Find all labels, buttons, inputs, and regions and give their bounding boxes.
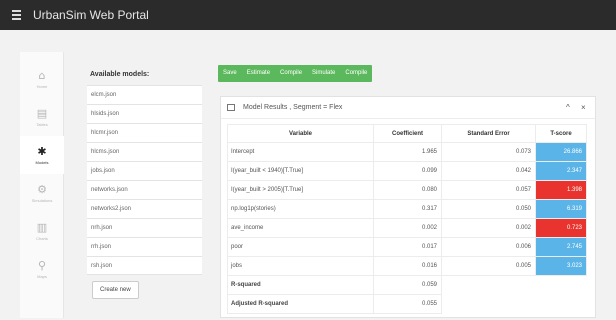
compile-button-2[interactable]: Compile	[340, 65, 372, 82]
compile-button[interactable]: Compile	[275, 65, 307, 82]
list-item[interactable]: rsh.json	[87, 256, 202, 275]
top-bar: UrbanSim Web Portal	[0, 0, 616, 30]
sidebar-item-label: Maps	[37, 273, 47, 279]
app-title: UrbanSim Web Portal	[33, 8, 149, 22]
cell-variable: jobs	[227, 257, 374, 276]
model-results-panel: Model Results , Segment = Flex ^ × Varia…	[220, 96, 596, 318]
stat-value: 0.059	[374, 276, 442, 295]
table-header-row: Variable Coefficient Standard Error T-sc…	[227, 124, 587, 143]
list-item[interactable]: hlcmr.json	[87, 123, 202, 142]
sidebar: ⌂ Home ▤ Tables ✱ Models ⚙ Simulations ▥…	[20, 52, 64, 318]
close-icon[interactable]: ×	[581, 103, 586, 112]
table-row: jobs 0.016 0.005 3.023	[227, 257, 587, 276]
cell-standard-error: 0.002	[442, 219, 536, 238]
cell-coefficient: 1.965	[374, 143, 442, 162]
t-score-cell: 1.398	[536, 181, 587, 200]
list-item[interactable]: networks.json	[87, 180, 202, 199]
model-toolbar: Save Estimate Compile Simulate Compile	[218, 65, 373, 82]
t-score-cell: 3.023	[536, 257, 587, 276]
stat-row: Adjusted R-squared 0.055	[227, 295, 587, 314]
list-item[interactable]: elcm.json	[87, 85, 202, 104]
stat-label: R-squared	[227, 276, 374, 295]
cell-standard-error: 0.073	[442, 143, 536, 162]
create-new-button[interactable]: Create new	[92, 281, 139, 299]
column-header-variable: Variable	[227, 124, 374, 143]
models-panel: Available models: elcm.json hlsids.json …	[87, 65, 202, 299]
cell-variable: ave_income	[227, 219, 374, 238]
cell-variable: np.log1p(stories)	[227, 200, 374, 219]
estimate-button[interactable]: Estimate	[242, 65, 275, 82]
list-item[interactable]: nrh.json	[87, 218, 202, 237]
hamburger-menu-icon[interactable]	[12, 10, 21, 20]
table-row: ave_income 0.002 0.002 0.723	[227, 219, 587, 238]
t-score-cell: 26.866	[536, 143, 587, 162]
table-icon	[227, 104, 235, 111]
sidebar-item-charts[interactable]: ▥ Charts	[20, 212, 64, 250]
sidebar-item-label: Models	[35, 159, 49, 165]
cell-variable: I(year_built > 2005)[T.True]	[227, 181, 374, 200]
cell-standard-error: 0.005	[442, 257, 536, 276]
cell-coefficient: 0.017	[374, 238, 442, 257]
charts-icon: ▥	[36, 220, 48, 234]
collapse-icon[interactable]: ^	[566, 103, 570, 112]
t-score-cell: 2.745	[536, 238, 587, 257]
list-item[interactable]: networks2.json	[87, 199, 202, 218]
cell-standard-error: 0.006	[442, 238, 536, 257]
sidebar-item-label: Home	[36, 83, 48, 89]
cell-variable: I(year_built < 1940)[T.True]	[227, 162, 374, 181]
cell-coefficient: 0.016	[374, 257, 442, 276]
column-header-t-score: T-score	[536, 124, 587, 143]
table-row: poor 0.017 0.006 2.745	[227, 238, 587, 257]
column-header-coefficient: Coefficient	[374, 124, 442, 143]
list-item[interactable]: jobs.json	[87, 161, 202, 180]
t-score-cell: 2.347	[536, 162, 587, 181]
sidebar-item-maps[interactable]: ⚲ Maps	[20, 250, 64, 288]
t-score-cell: 6.319	[536, 200, 587, 219]
table-row: np.log1p(stories) 0.317 0.050 6.319	[227, 200, 587, 219]
models-title: Available models:	[90, 71, 150, 78]
list-item[interactable]: hlsids.json	[87, 104, 202, 123]
table-row: Intercept 1.965 0.073 26.866	[227, 143, 587, 162]
sidebar-item-label: Tables	[36, 121, 48, 127]
cell-standard-error: 0.042	[442, 162, 536, 181]
sidebar-item-simulations[interactable]: ⚙ Simulations	[20, 174, 64, 212]
cell-coefficient: 0.080	[374, 181, 442, 200]
save-button[interactable]: Save	[218, 65, 242, 82]
tables-icon: ▤	[36, 106, 48, 120]
simulations-icon: ⚙	[37, 182, 47, 196]
column-header-standard-error: Standard Error	[442, 124, 536, 143]
list-item[interactable]: hlcms.json	[87, 142, 202, 161]
stat-row: R-squared 0.059	[227, 276, 587, 295]
sidebar-item-tables[interactable]: ▤ Tables	[20, 98, 64, 136]
cell-coefficient: 0.002	[374, 219, 442, 238]
stat-value: 0.055	[374, 295, 442, 314]
sidebar-item-home[interactable]: ⌂ Home	[20, 60, 64, 98]
stat-label: Adjusted R-squared	[227, 295, 374, 314]
list-item[interactable]: rrh.json	[87, 237, 202, 256]
sidebar-item-label: Charts	[36, 235, 48, 241]
table-row: I(year_built > 2005)[T.True] 0.080 0.057 1.…	[227, 181, 587, 200]
t-score-cell: 0.723	[536, 219, 587, 238]
cell-standard-error: 0.050	[442, 200, 536, 219]
table-row: I(year_built < 1940)[T.True] 0.099 0.042 2.…	[227, 162, 587, 181]
results-table: Variable Coefficient Standard Error T-sc…	[227, 124, 587, 314]
sidebar-item-label: Simulations	[31, 197, 53, 203]
cell-variable: poor	[227, 238, 374, 257]
sidebar-item-models[interactable]: ✱ Models	[20, 136, 64, 174]
cell-coefficient: 0.317	[374, 200, 442, 219]
gear-icon: ✱	[37, 144, 47, 158]
cell-variable: Intercept	[227, 143, 374, 162]
cell-coefficient: 0.099	[374, 162, 442, 181]
map-pin-icon: ⚲	[37, 258, 47, 272]
simulate-button[interactable]: Simulate	[307, 65, 340, 82]
results-title: Model Results , Segment = Flex	[243, 104, 343, 111]
cell-standard-error: 0.057	[442, 181, 536, 200]
home-icon: ⌂	[38, 68, 46, 82]
results-header: Model Results , Segment = Flex ^ ×	[221, 97, 595, 119]
